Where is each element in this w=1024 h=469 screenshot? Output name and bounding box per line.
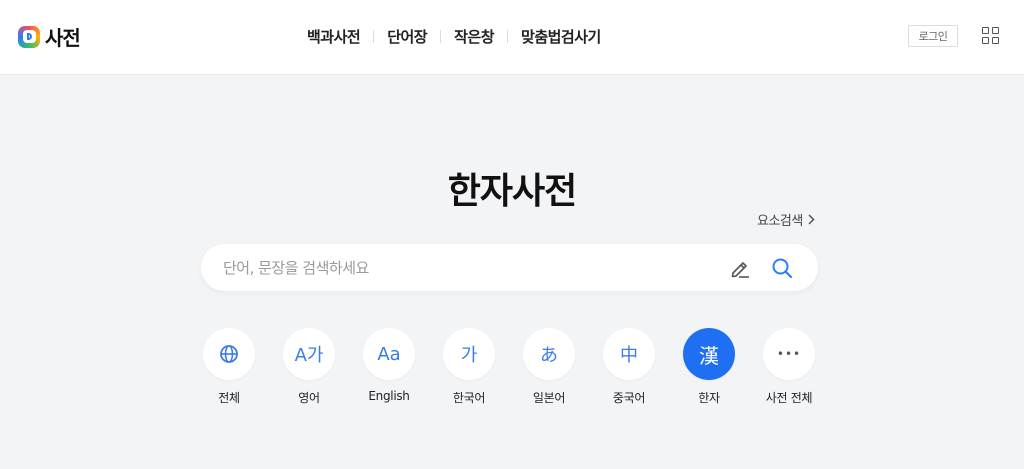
japanese-icon: あ [523, 328, 575, 380]
top-nav: 백과사전 단어장 작은창 맞춤법검사기 [294, 26, 614, 47]
search-icon[interactable] [770, 256, 794, 280]
chinese-icon: 中 [603, 328, 655, 380]
category-label: English [368, 389, 410, 403]
category-hanja[interactable]: 漢 한자 [682, 328, 736, 406]
page-title: 한자사전 [447, 171, 577, 212]
category-label: 한국어 [452, 391, 486, 405]
category-japanese[interactable]: あ 일본어 [522, 328, 576, 406]
dictionary-categories: 전체 A가 영어 Aa English 가 한국어 あ 일본어 中 중국어 漢 … [201, 328, 821, 418]
category-chinese[interactable]: 中 중국어 [602, 328, 656, 406]
category-korean[interactable]: 가 한국어 [442, 328, 496, 406]
element-search-label: 요소검색 [757, 214, 803, 229]
globe-icon [203, 328, 255, 380]
element-search-link[interactable]: 요소검색 [757, 210, 815, 229]
category-english[interactable]: A가 영어 [282, 328, 336, 406]
search-bar [201, 244, 818, 291]
category-label: 일본어 [532, 391, 566, 405]
category-label: 영어 [298, 391, 320, 405]
korean-icon: 가 [443, 328, 495, 380]
english-icon: A가 [283, 328, 335, 380]
nav-item-spell-checker[interactable]: 맞춤법검사기 [508, 26, 614, 47]
category-all-dictionaries[interactable]: ••• 사전 전체 [762, 328, 816, 406]
more-icon: ••• [763, 328, 815, 380]
nav-item-encyclopedia[interactable]: 백과사전 [294, 26, 373, 47]
login-button[interactable]: 로그인 [908, 25, 958, 47]
logo-text: 사전 [45, 26, 81, 50]
category-label: 전체 [218, 391, 240, 405]
app-grid-icon[interactable] [982, 27, 1000, 45]
category-label: 사전 전체 [765, 391, 813, 405]
dictionary-logo-icon [18, 25, 40, 48]
header: 사전 백과사전 단어장 작은창 맞춤법검사기 로그인 [0, 0, 1024, 75]
nav-item-wordbook[interactable]: 단어장 [374, 26, 440, 47]
nav-item-small-window[interactable]: 작은창 [441, 26, 507, 47]
category-all[interactable]: 전체 [202, 328, 256, 406]
category-label: 한자 [698, 391, 720, 405]
search-input[interactable] [223, 244, 703, 291]
category-label: 중국어 [612, 391, 646, 405]
hanja-icon: 漢 [683, 328, 735, 380]
english-english-icon: Aa [363, 328, 415, 380]
handwriting-pen-icon[interactable] [728, 256, 752, 280]
chevron-right-icon [808, 214, 815, 225]
logo[interactable]: 사전 [18, 22, 81, 51]
category-english-english[interactable]: Aa English [362, 328, 416, 403]
